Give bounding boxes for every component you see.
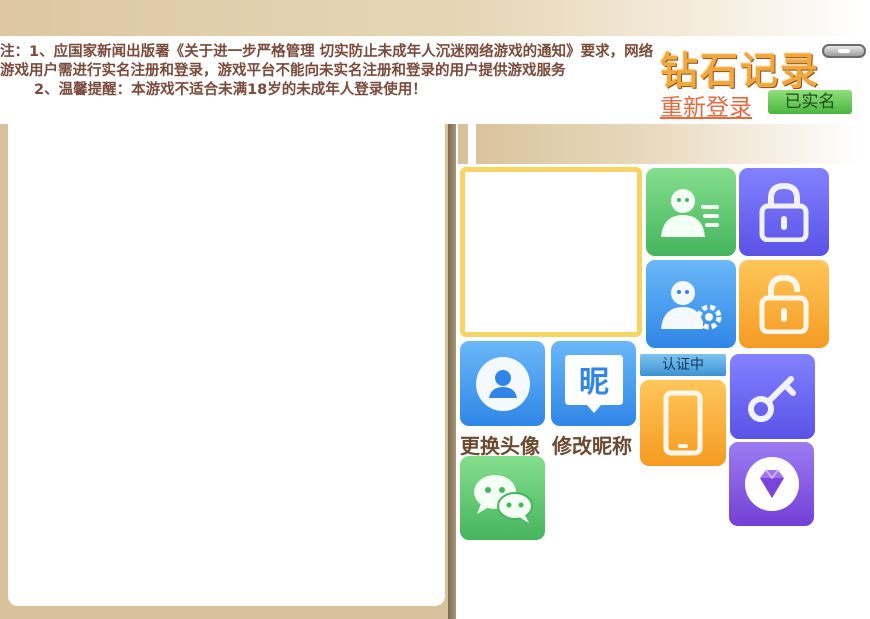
notice-text: 注：1、应国家新闻出版署《关于进一步严格管理 切实防止未成年人沉迷网络游戏的通知… xyxy=(0,43,660,100)
change-avatar-button[interactable] xyxy=(460,341,545,426)
left-panel xyxy=(0,124,456,619)
panel-divider xyxy=(448,124,456,619)
avatar-icon xyxy=(475,356,530,411)
change-password-button[interactable] xyxy=(730,354,815,439)
notice-line-1: 注：1、应国家新闻出版署《关于进一步严格管理 切实防止未成年人沉迷网络游戏的通知… xyxy=(0,44,654,79)
notice-line-2: 2、温馨提醒：本游戏不适合未满18岁的未成年人登录使用！ xyxy=(34,82,427,98)
unlock-icon xyxy=(759,274,809,334)
unlock-button[interactable] xyxy=(739,260,829,348)
right-panel-header xyxy=(458,124,860,164)
top-banner xyxy=(0,0,860,36)
left-panel-content xyxy=(8,124,445,606)
wechat-bind-button[interactable] xyxy=(460,456,545,540)
avatar-frame[interactable] xyxy=(460,167,642,337)
diamond-icon xyxy=(744,457,799,511)
change-nickname-button[interactable]: 昵 xyxy=(551,341,636,426)
bind-phone-button[interactable] xyxy=(640,380,726,466)
lock-icon xyxy=(759,182,809,242)
verifying-badge: 认证中 xyxy=(640,354,726,376)
user-gear-icon xyxy=(661,281,722,330)
diamond-records-button[interactable]: 钻石记录 xyxy=(660,40,820,95)
settings-toggle[interactable] xyxy=(822,44,866,58)
right-panel-tab xyxy=(468,124,476,164)
relogin-link[interactable]: 重新登录 xyxy=(660,88,752,122)
wechat-icon xyxy=(473,475,533,523)
change-avatar-label: 更换头像 xyxy=(460,434,540,458)
user-card-icon xyxy=(661,189,719,237)
nickname-glyph: 昵 xyxy=(579,365,609,400)
user-settings-button[interactable] xyxy=(646,260,736,348)
phone-icon xyxy=(663,390,703,456)
change-nickname-label: 修改昵称 xyxy=(552,434,632,458)
nickname-icon: 昵 xyxy=(564,354,623,413)
verified-badge: 已实名 xyxy=(768,90,852,114)
diamond-button[interactable] xyxy=(729,442,814,526)
key-icon xyxy=(747,375,796,422)
lock-button[interactable] xyxy=(739,168,829,256)
user-info-button[interactable] xyxy=(646,168,736,256)
